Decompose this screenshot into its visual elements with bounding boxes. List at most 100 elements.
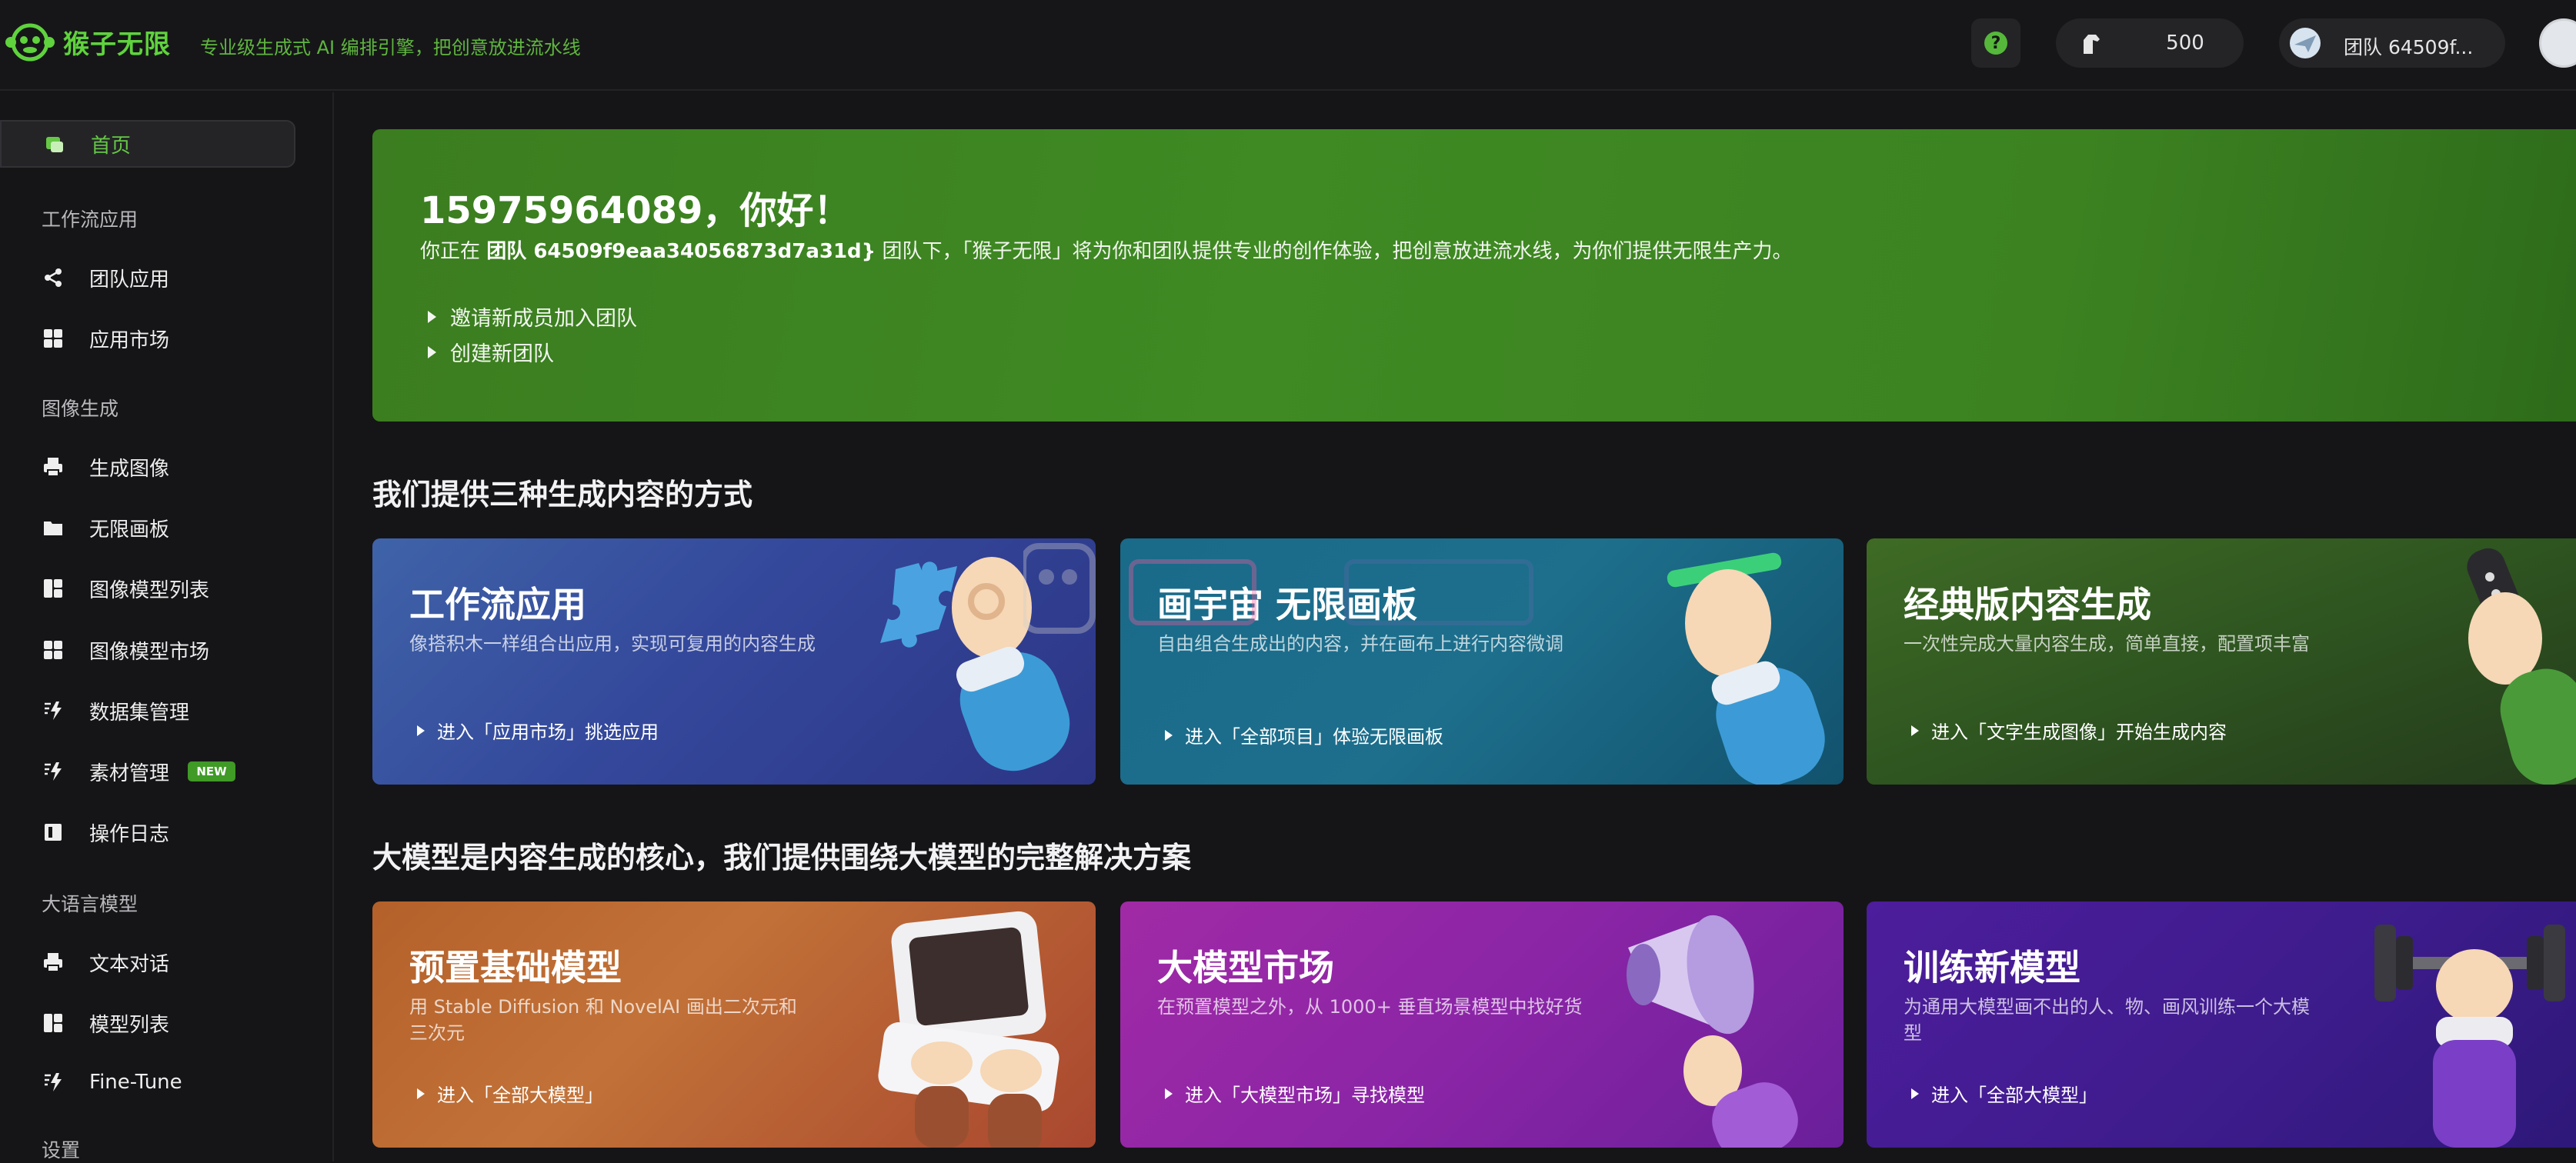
sidebar-section-llm: 大语言模型 (42, 893, 138, 915)
sidebar-item-label: 首页 (91, 134, 132, 158)
sidebar-item-material-management[interactable]: 素材管理 NEW (0, 748, 295, 795)
folder-icon (42, 516, 65, 539)
monkey-logo-icon[interactable] (5, 22, 55, 63)
sidebar-item-dataset-management[interactable]: 数据集管理 (0, 687, 295, 735)
pen-hand-icon (1667, 552, 1825, 785)
caret-right-icon (1165, 1088, 1173, 1099)
sidebar-item-home[interactable]: 首页 (0, 120, 295, 168)
share-icon (42, 266, 65, 289)
sidebar-item-fine-tune[interactable]: Fine-Tune (0, 1058, 295, 1106)
help-button[interactable]: ? (1971, 18, 2020, 68)
sidebar-item-label: 模型列表 (89, 1013, 170, 1037)
new-badge: NEW (188, 761, 235, 781)
sidebar-item-label: 操作日志 (89, 822, 170, 846)
card-workflow-apps[interactable]: 工作流应用 像搭积木一样组合出应用，实现可复用的内容生成 进入「应用市场」挑选应… (372, 538, 1096, 785)
card-link[interactable]: 进入「大模型市场」寻找模型 (1165, 1080, 1425, 1107)
lightning-icon (42, 1071, 65, 1094)
sidebar-item-label: 文本对话 (89, 952, 170, 976)
layout-icon (42, 1011, 65, 1035)
welcome-banner: 15975964089，你好！ 你正在 团队 64509f9eaa3405687… (372, 129, 2576, 422)
sidebar-item-label: 数据集管理 (89, 701, 190, 725)
laptop-hand-icon (878, 911, 1059, 1148)
card-link[interactable]: 进入「应用市场」挑选应用 (417, 717, 659, 744)
sidebar-item-label: 素材管理 (89, 761, 170, 785)
caret-right-icon (428, 345, 436, 358)
card-link[interactable]: 进入「文字生成图像」开始生成内容 (1911, 717, 2227, 744)
brand-name[interactable]: 猴子无限 (63, 23, 171, 61)
caret-right-icon (1911, 725, 1919, 736)
lightning-icon (42, 760, 65, 783)
sidebar-item-image-models[interactable]: 图像模型列表 (0, 565, 295, 612)
remote-hand-icon (2467, 548, 2576, 785)
card-train-model[interactable]: 训练新模型 为通用大模型画不出的人、物、画风训练一个大模型 进入「全部大模型」 (1867, 901, 2576, 1148)
sidebar-item-label: Fine-Tune (89, 1071, 182, 1094)
card-title: 经典版内容生成 (1904, 584, 2151, 625)
credits-count: 500 (2166, 32, 2204, 55)
dumbbell-hand-icon (2374, 925, 2565, 1148)
card-link[interactable]: 进入「全部大模型」 (417, 1080, 603, 1107)
section-title-model-solutions: 大模型是内容生成的核心，我们提供围绕大模型的完整解决方案 (372, 841, 1192, 875)
card-subtitle: 为通用大模型画不出的人、物、画风训练一个大模型 (1904, 996, 2310, 1044)
sidebar-section-workflow: 工作流应用 (42, 208, 138, 231)
sidebar-item-image-model-market[interactable]: 图像模型市场 (0, 626, 295, 674)
sidebar-item-text-chat[interactable]: 文本对话 (0, 938, 295, 986)
sidebar-item-label: 无限画板 (89, 518, 170, 542)
sidebar-item-infinite-canvas[interactable]: 无限画板 (0, 504, 295, 552)
layout-icon (42, 577, 65, 600)
caret-right-icon (417, 725, 425, 736)
home-icon (43, 132, 66, 155)
sidebar-item-operation-log[interactable]: 操作日志 (0, 808, 295, 856)
printer-icon (42, 455, 65, 478)
top-bar: 猴子无限 专业级生成式 AI 编排引擎，把创意放进流水线 ? 500 团队 64… (0, 0, 2576, 91)
watermark-logo (1023, 543, 1533, 634)
credits-pill[interactable]: 500 (2056, 18, 2244, 68)
card-model-market[interactable]: 大模型市场 在预置模型之外，从 1000+ 垂直场景模型中找好货 进入「大模型市… (1120, 901, 1844, 1148)
team-name: 团队 64509f... (2344, 36, 2474, 58)
grid-icon (42, 638, 65, 661)
caret-right-icon (428, 310, 436, 323)
sidebar-item-generate-image[interactable]: 生成图像 (0, 443, 295, 491)
card-subtitle: 在预置模型之外，从 1000+ 垂直场景模型中找好货 (1157, 996, 1583, 1018)
card-link[interactable]: 进入「全部大模型」 (1911, 1080, 2097, 1107)
greeting: 15975964089，你好！ (420, 189, 851, 232)
user-avatar[interactable] (2539, 18, 2576, 68)
card-title: 工作流应用 (409, 584, 586, 625)
caret-right-icon (417, 1088, 425, 1099)
section-title-generation-modes: 我们提供三种生成内容的方式 (372, 478, 753, 512)
card-title: 预置基础模型 (409, 947, 622, 988)
sidebar-item-label: 生成图像 (89, 457, 170, 481)
invite-member-link[interactable]: 邀请新成员加入团队 (428, 302, 637, 332)
team-switcher[interactable]: 团队 64509f... (2279, 18, 2505, 68)
sidebar-section-image: 图像生成 (42, 398, 119, 420)
card-subtitle: 用 Stable Diffusion 和 NovelAI 画出二次元和三次元 (409, 996, 797, 1044)
sidebar-item-team-apps[interactable]: 团队应用 (0, 254, 295, 302)
sidebar-item-label: 图像模型列表 (89, 578, 210, 602)
sidebar: 首页 工作流应用 团队应用 应用市场 图像生成 生成图像 无限画板 图像模型列表 (0, 92, 334, 1161)
question-icon: ? (1984, 32, 2007, 55)
brand-slogan: 专业级生成式 AI 编排引擎，把创意放进流水线 (200, 37, 581, 58)
printer-icon (42, 951, 65, 974)
team-avatar (2290, 28, 2321, 58)
sidebar-item-model-list[interactable]: 模型列表 (0, 999, 295, 1047)
card-title: 大模型市场 (1157, 947, 1334, 988)
sidebar-item-app-market[interactable]: 应用市场 (0, 315, 295, 362)
sidebar-item-label: 团队应用 (89, 268, 170, 292)
create-team-link[interactable]: 创建新团队 (428, 337, 554, 367)
caret-right-icon (1165, 729, 1173, 741)
sidebar-item-label: 应用市场 (89, 328, 170, 352)
card-subtitle: 一次性完成大量内容生成，简单直接，配置项丰富 (1904, 633, 2310, 655)
team-id: 团队 64509f9eaa34056873d7a31d} (486, 240, 876, 263)
card-preset-models[interactable]: 预置基础模型 用 Stable Diffusion 和 NovelAI 画出二次… (372, 901, 1096, 1148)
paper-plane-icon (2294, 35, 2316, 52)
sidebar-section-settings: 设置 (42, 1139, 81, 1161)
caret-right-icon (1911, 1088, 1919, 1099)
card-classic-generation[interactable]: 经典版内容生成 一次性完成大量内容生成，简单直接，配置项丰富 进入「文字生成图像… (1867, 538, 2576, 785)
megaphone-hand-icon (1627, 915, 1798, 1148)
card-link[interactable]: 进入「全部项目」体验无限画板 (1165, 721, 1443, 748)
lightning-icon (42, 699, 65, 722)
horse-icon (2084, 35, 2100, 54)
card-title: 训练新模型 (1904, 947, 2080, 988)
welcome-description: 你正在 团队 64509f9eaa34056873d7a31d} 团队下，「猴子… (420, 240, 1793, 263)
sidebar-item-label: 图像模型市场 (89, 640, 210, 664)
book-icon (42, 821, 65, 844)
